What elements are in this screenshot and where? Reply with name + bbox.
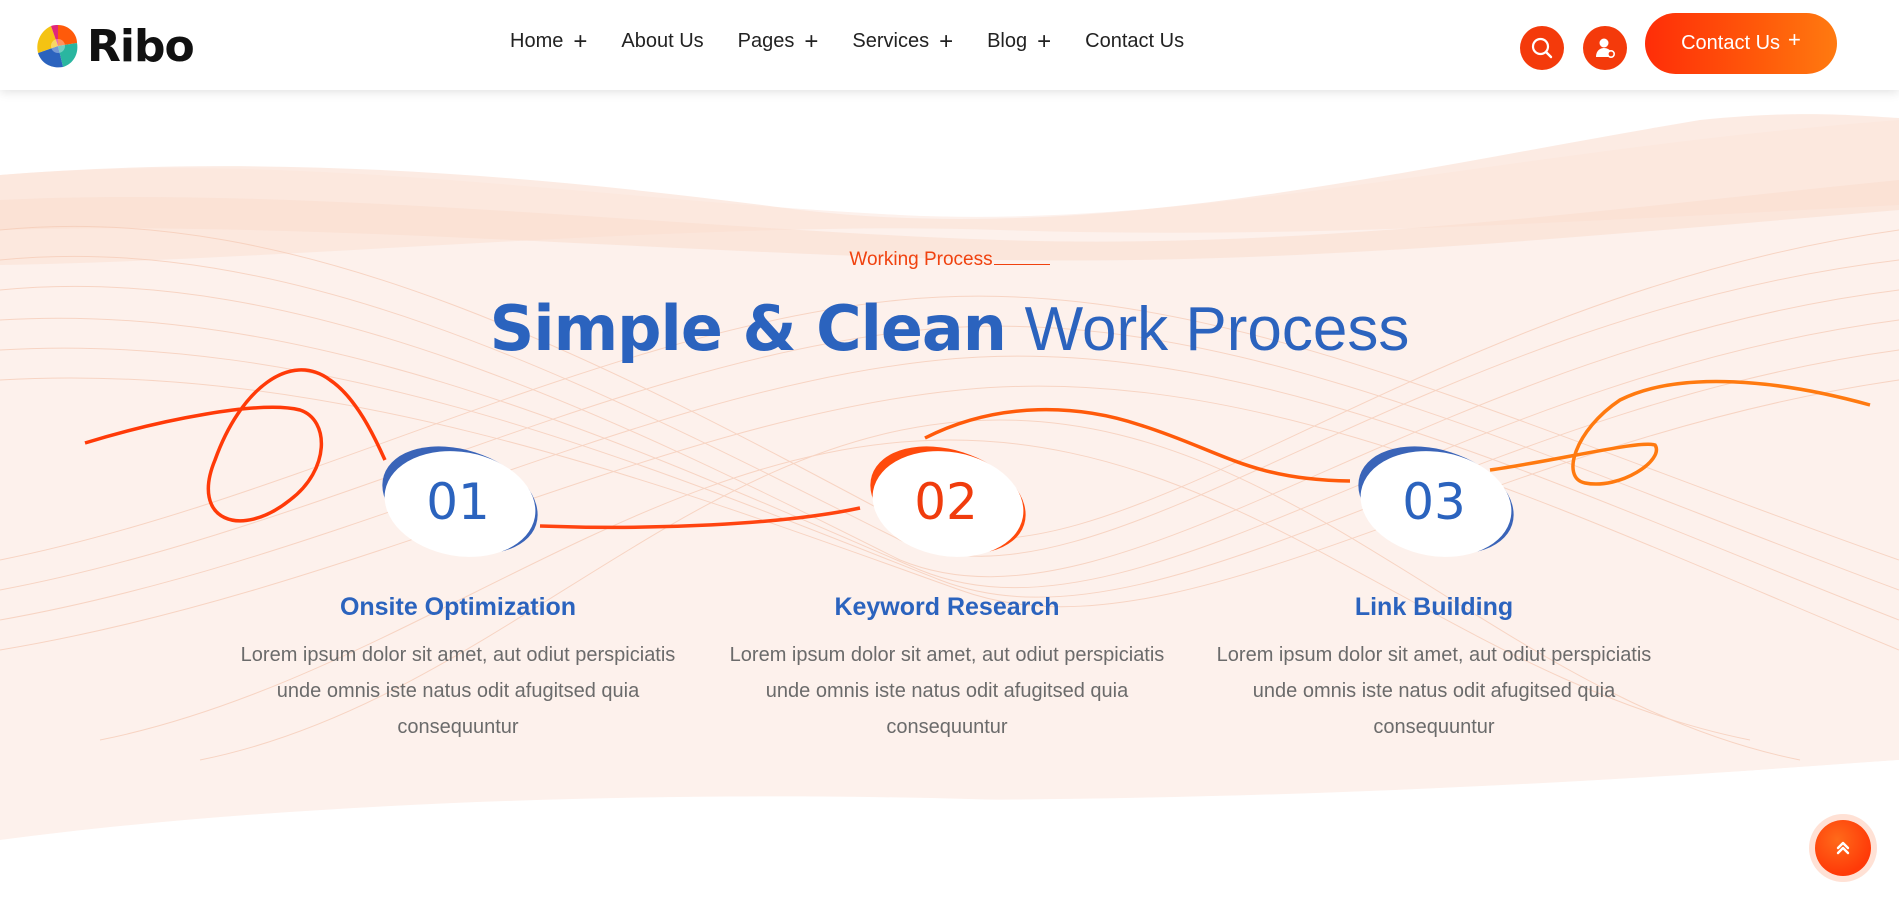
brand-name: Ribo bbox=[87, 20, 195, 72]
step-description: Lorem ipsum dolor sit amet, aut odiut pe… bbox=[717, 637, 1177, 745]
section-title: Simple & Clean Work Process bbox=[0, 292, 1899, 365]
step-description-line: unde omnis iste natus odit afugitsed qui… bbox=[1252, 680, 1616, 702]
user-button[interactable] bbox=[1583, 26, 1627, 70]
subtitle-underline bbox=[993, 264, 1050, 265]
nav-item-pages[interactable]: Pages + bbox=[737, 27, 819, 55]
step-number: 01 bbox=[426, 473, 490, 531]
step-description: Lorem ipsum dolor sit amet, aut odiut pe… bbox=[228, 637, 688, 745]
plus-icon: + bbox=[1037, 27, 1052, 55]
contact-us-button[interactable]: Contact Us + bbox=[1645, 13, 1837, 74]
step-number: 02 bbox=[914, 473, 978, 531]
plus-icon: + bbox=[804, 27, 819, 55]
step-description-line: Lorem ipsum dolor sit amet, aut odiut pe… bbox=[729, 644, 1165, 666]
search-button[interactable] bbox=[1520, 26, 1564, 70]
step-description-line: unde omnis iste natus odit afugitsed qui… bbox=[276, 680, 640, 702]
scroll-to-top-button[interactable] bbox=[1815, 820, 1871, 876]
double-chevron-up-icon bbox=[1836, 841, 1850, 855]
contact-us-button-label: Contact Us bbox=[1681, 32, 1781, 54]
section-subtitle: Working Process bbox=[0, 249, 1899, 271]
step-description-line: Lorem ipsum dolor sit amet, aut odiut pe… bbox=[1216, 644, 1652, 666]
step-description-line: consequuntur bbox=[397, 716, 519, 738]
nav-item-about-us[interactable]: About Us bbox=[621, 30, 703, 53]
search-icon bbox=[1531, 37, 1553, 59]
nav-item-blog[interactable]: Blog + bbox=[987, 27, 1052, 55]
step-description: Lorem ipsum dolor sit amet, aut odiut pe… bbox=[1204, 637, 1664, 745]
step-number-badge: 02 bbox=[856, 442, 1036, 562]
nav-item-home[interactable]: Home + bbox=[510, 27, 588, 55]
step-description-line: consequuntur bbox=[1373, 716, 1495, 738]
main-nav: Home + About Us Pages + Services + Blog … bbox=[510, 27, 1218, 55]
nav-item-contact-us[interactable]: Contact Us bbox=[1085, 30, 1184, 53]
nav-item-label: Home bbox=[510, 30, 564, 52]
section-title-bold: Simple & Clean bbox=[489, 292, 1007, 365]
nav-item-label: Blog bbox=[987, 30, 1028, 52]
nav-item-label: Contact Us bbox=[1085, 30, 1185, 52]
step-title: Link Building bbox=[1354, 593, 1514, 621]
step-description-line: consequuntur bbox=[886, 716, 1008, 738]
step-title: Onsite Optimization bbox=[339, 593, 577, 621]
step-description-line: unde omnis iste natus odit afugitsed qui… bbox=[765, 680, 1129, 702]
section-title-light: Work Process bbox=[1024, 295, 1410, 364]
plus-icon: + bbox=[573, 27, 588, 55]
plus-icon: + bbox=[939, 27, 954, 55]
section-subtitle-text: Working Process bbox=[849, 249, 993, 270]
nav-item-services[interactable]: Services + bbox=[852, 27, 954, 55]
logo[interactable]: Ribo bbox=[33, 20, 195, 72]
nav-item-label: Pages bbox=[737, 30, 795, 52]
nav-item-label: About Us bbox=[621, 30, 704, 52]
plus-icon: + bbox=[1788, 26, 1801, 52]
logo-mark-icon bbox=[37, 25, 78, 68]
step-number-badge: 03 bbox=[1344, 442, 1524, 562]
site-header: Ribo Home + About Us Pages + Services + … bbox=[0, 0, 1899, 90]
user-icon bbox=[1596, 38, 1616, 59]
step-number: 03 bbox=[1402, 473, 1466, 531]
step-number-badge: 01 bbox=[368, 442, 548, 562]
step-title: Keyword Research bbox=[834, 593, 1060, 621]
nav-item-label: Services bbox=[852, 30, 930, 52]
step-description-line: Lorem ipsum dolor sit amet, aut odiut pe… bbox=[240, 644, 676, 666]
